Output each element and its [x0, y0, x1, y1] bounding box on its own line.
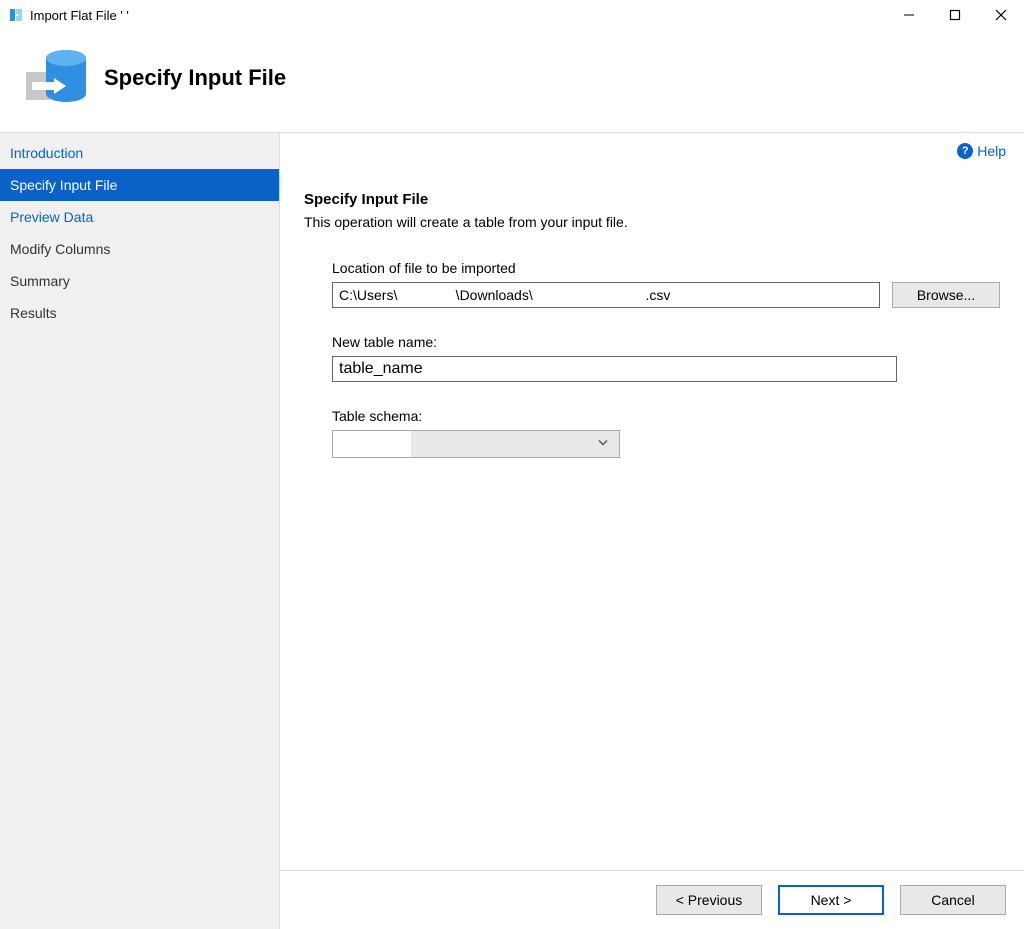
schema-label: Table schema: — [332, 408, 1000, 424]
step-label: Preview Data — [10, 209, 93, 225]
cancel-button[interactable]: Cancel — [900, 885, 1006, 915]
form-content: Specify Input File This operation will c… — [280, 133, 1024, 870]
wizard-body: Introduction Specify Input File Preview … — [0, 132, 1024, 929]
file-location-label: Location of file to be imported — [332, 260, 1000, 276]
help-link[interactable]: ? Help — [957, 143, 1006, 159]
table-name-label: New table name: — [332, 334, 1000, 350]
help-label: Help — [977, 143, 1006, 159]
schema-value — [333, 431, 411, 457]
wizard-main: ? Help Specify Input File This operation… — [280, 133, 1024, 929]
chevron-down-icon — [597, 437, 609, 452]
step-specify-input-file[interactable]: Specify Input File — [0, 169, 279, 201]
previous-button[interactable]: < Previous — [656, 885, 762, 915]
form-description: This operation will create a table from … — [304, 214, 1000, 230]
step-results[interactable]: Results — [0, 297, 279, 329]
step-label: Specify Input File — [10, 177, 117, 193]
titlebar: Import Flat File ' ' — [0, 0, 1024, 30]
wizard-steps-sidebar: Introduction Specify Input File Preview … — [0, 133, 280, 929]
schema-combobox[interactable] — [332, 430, 620, 458]
close-button[interactable] — [978, 0, 1024, 30]
minimize-button[interactable] — [886, 0, 932, 30]
file-location-input[interactable] — [332, 282, 880, 308]
step-label: Summary — [10, 273, 70, 289]
window-title: Import Flat File ' ' — [30, 8, 129, 23]
step-label: Introduction — [10, 145, 83, 161]
window-controls — [886, 0, 1024, 30]
page-title: Specify Input File — [104, 65, 286, 91]
step-introduction[interactable]: Introduction — [0, 137, 279, 169]
step-label: Results — [10, 305, 57, 321]
form-heading: Specify Input File — [304, 191, 1000, 208]
database-import-icon — [20, 42, 92, 114]
step-label: Modify Columns — [10, 241, 110, 257]
next-button[interactable]: Next > — [778, 885, 884, 915]
step-summary[interactable]: Summary — [0, 265, 279, 297]
step-preview-data[interactable]: Preview Data — [0, 201, 279, 233]
maximize-button[interactable] — [932, 0, 978, 30]
help-icon: ? — [957, 143, 973, 159]
app-icon — [8, 7, 24, 23]
wizard-header: Specify Input File — [0, 30, 1024, 132]
browse-button[interactable]: Browse... — [892, 282, 1000, 308]
step-modify-columns[interactable]: Modify Columns — [0, 233, 279, 265]
table-name-input[interactable] — [332, 356, 897, 382]
wizard-footer: < Previous Next > Cancel — [280, 870, 1024, 929]
